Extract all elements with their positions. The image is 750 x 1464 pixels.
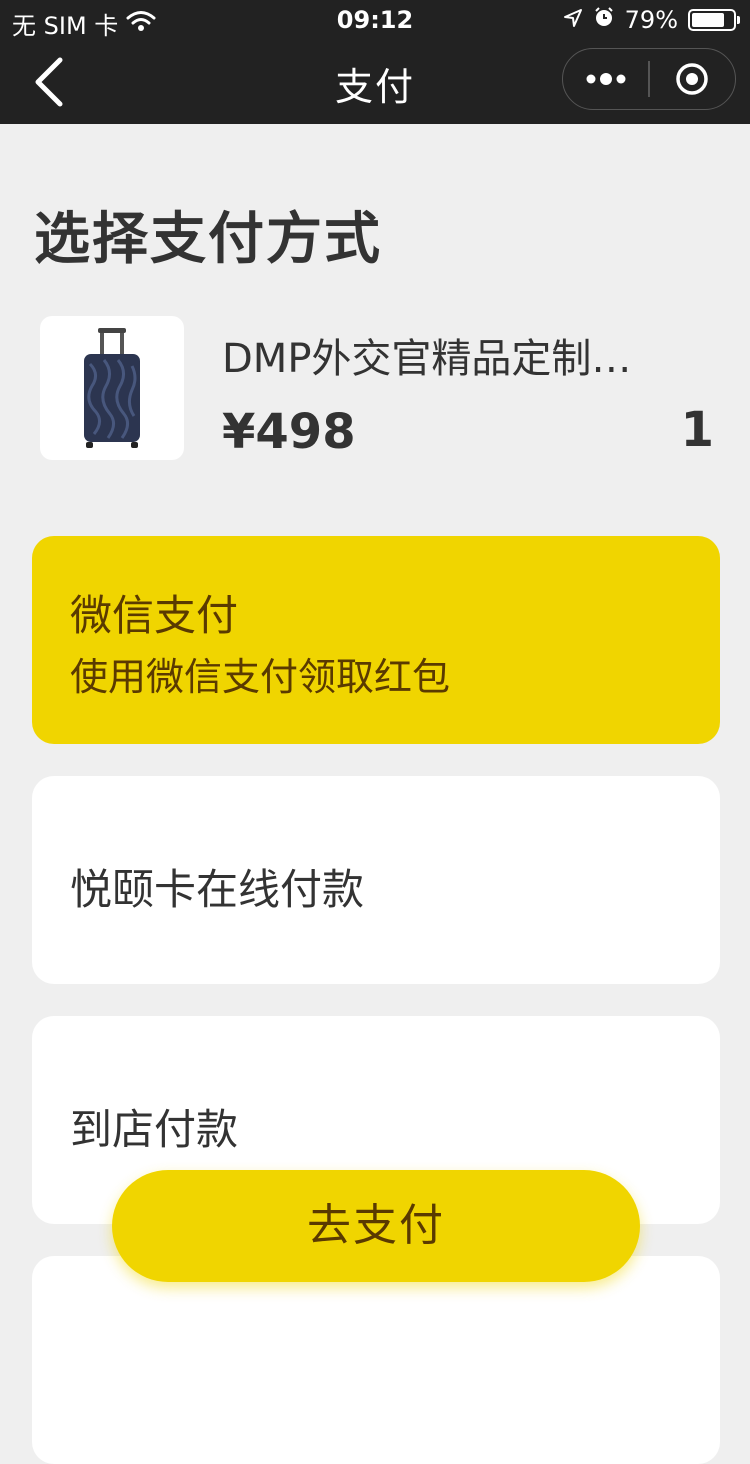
product-summary: DMP外交官精品定制… ¥498 1 xyxy=(40,316,720,460)
product-price: ¥498 xyxy=(222,404,356,460)
mini-program-capsule xyxy=(562,48,736,110)
product-name: DMP外交官精品定制… xyxy=(222,336,632,382)
option-title: 到店付款 xyxy=(70,1105,239,1154)
product-quantity: 1 xyxy=(680,402,714,458)
payment-option-card[interactable]: 悦颐卡在线付款 xyxy=(32,776,720,984)
payment-option-partial[interactable] xyxy=(32,1256,720,1464)
battery-percent: 79% xyxy=(624,6,678,34)
option-subtitle: 使用微信支付领取红包 xyxy=(70,655,451,699)
pay-button[interactable]: 去支付 xyxy=(112,1170,640,1282)
more-dots-icon xyxy=(586,73,626,85)
product-thumbnail xyxy=(40,316,184,460)
location-icon xyxy=(563,6,583,34)
nav-bar: 支付 xyxy=(0,40,750,124)
more-button[interactable] xyxy=(563,49,648,109)
page-title: 选择支付方式 xyxy=(34,207,382,272)
close-button[interactable] xyxy=(650,49,735,109)
status-bar: 无 SIM 卡 09:12 79% xyxy=(0,0,750,40)
suitcase-icon xyxy=(84,328,140,448)
payment-option-wechat[interactable]: 微信支付 使用微信支付领取红包 xyxy=(32,536,720,744)
battery-icon xyxy=(688,9,740,31)
alarm-icon xyxy=(593,6,615,34)
option-title: 微信支付 xyxy=(70,591,239,640)
target-icon xyxy=(676,63,709,95)
option-title: 悦颐卡在线付款 xyxy=(70,865,365,914)
status-right: 79% xyxy=(563,6,740,34)
